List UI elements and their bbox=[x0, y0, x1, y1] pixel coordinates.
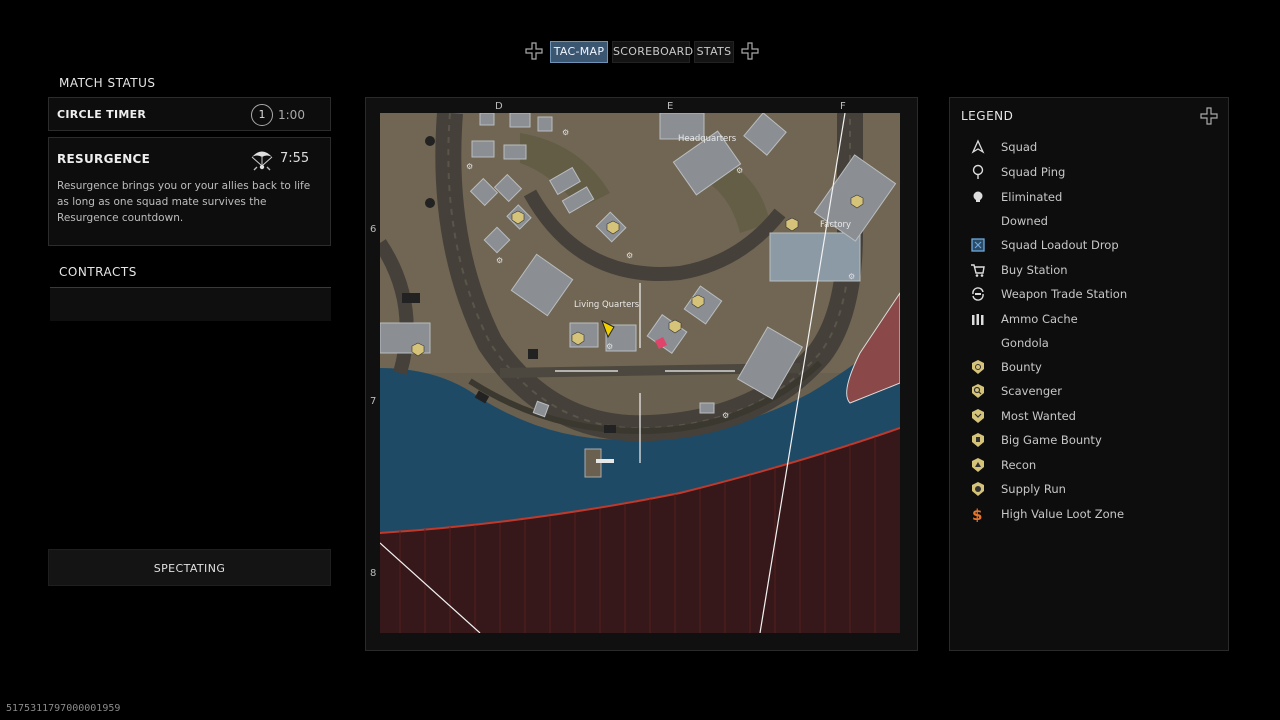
contracts-title: CONTRACTS bbox=[59, 265, 137, 279]
grid-row-label: 7 bbox=[370, 396, 377, 407]
contracts-list bbox=[50, 288, 331, 321]
legend-item-squad: Squad bbox=[970, 138, 1220, 156]
match-status-title: MATCH STATUS bbox=[59, 76, 156, 90]
legend-item-ammo-cache: Ammo Cache bbox=[970, 310, 1220, 328]
legend-item-supply-run: Supply Run bbox=[970, 480, 1220, 498]
svg-text:$: $ bbox=[972, 506, 982, 522]
dpad-icon[interactable] bbox=[1200, 107, 1218, 125]
most-wanted-icon bbox=[970, 408, 986, 424]
legend-item-eliminated: Eliminated bbox=[970, 188, 1220, 206]
svg-text:⚙: ⚙ bbox=[606, 342, 613, 351]
dpad-left-icon[interactable] bbox=[525, 42, 543, 60]
scavenger-icon bbox=[970, 383, 986, 399]
svg-text:⚙: ⚙ bbox=[722, 411, 729, 420]
legend-item-downed: Downed bbox=[1001, 214, 1048, 228]
grid-column-label: E bbox=[667, 101, 674, 112]
legend-panel: LEGEND Squad Squad Ping Eliminated Downe… bbox=[949, 97, 1229, 651]
legend-item-recon: Recon bbox=[970, 456, 1220, 474]
legend-item-squad-loadout-drop: Squad Loadout Drop bbox=[970, 236, 1220, 254]
resurgence-label: RESURGENCE bbox=[57, 152, 151, 166]
parachute-icon bbox=[249, 146, 275, 172]
map-location-headquarters: Headquarters bbox=[678, 134, 737, 144]
legend-item-big-game-bounty: Big Game Bounty bbox=[970, 431, 1220, 449]
svg-text:⚙: ⚙ bbox=[736, 166, 743, 175]
tab-stats[interactable]: STATS bbox=[694, 41, 734, 63]
legend-item-gondola: Gondola bbox=[1001, 336, 1049, 350]
supply-run-icon bbox=[970, 481, 986, 497]
high-value-loot-icon: $ bbox=[970, 506, 986, 524]
circle-timer-value: 1:00 bbox=[278, 108, 305, 122]
map-location-factory: Factory bbox=[820, 220, 851, 230]
weapon-trade-icon bbox=[970, 286, 986, 302]
ammo-icon bbox=[970, 311, 986, 327]
tab-scoreboard[interactable]: SCOREBOARD bbox=[612, 41, 693, 63]
circle-timer-panel: CIRCLE TIMER 1 1:00 bbox=[48, 97, 331, 131]
squad-arrow-icon bbox=[970, 139, 986, 155]
grid-row-label: 6 bbox=[370, 224, 377, 235]
svg-text:⚙: ⚙ bbox=[496, 256, 503, 265]
recon-icon bbox=[970, 457, 986, 473]
grid-row-label: 8 bbox=[370, 568, 377, 579]
resurgence-description: Resurgence brings you or your allies bac… bbox=[57, 180, 311, 224]
skull-icon bbox=[970, 189, 986, 205]
grid-column-label: F bbox=[840, 101, 846, 112]
bounty-icon bbox=[970, 359, 986, 375]
circle-number-badge: 1 bbox=[251, 104, 273, 126]
cart-icon bbox=[970, 262, 986, 278]
match-id: 5175311797000001959 bbox=[6, 703, 121, 714]
legend-item-squad-ping: Squad Ping bbox=[970, 163, 1220, 181]
circle-timer-label: CIRCLE TIMER bbox=[57, 108, 147, 121]
tab-tac-map[interactable]: TAC-MAP bbox=[550, 41, 608, 63]
legend-item-bounty: Bounty bbox=[970, 358, 1220, 376]
legend-item-buy-station: Buy Station bbox=[970, 261, 1220, 279]
resurgence-timer-value: 7:55 bbox=[280, 151, 310, 166]
legend-item-scavenger: Scavenger bbox=[970, 382, 1220, 400]
legend-title: LEGEND bbox=[961, 109, 1014, 123]
top-tab-bar: TAC-MAP SCOREBOARD STATS bbox=[0, 40, 1280, 64]
map-location-living-quarters: Living Quarters bbox=[574, 300, 640, 310]
resurgence-panel: RESURGENCE 7:55 Resurgence brings you or… bbox=[48, 137, 331, 246]
legend-item-most-wanted: Most Wanted bbox=[970, 407, 1220, 425]
tac-map[interactable]: ⚙ ⚙ ⚙ ⚙ ⚙ ⚙ ⚙ ⚙ Headquarters Factory Liv… bbox=[380, 113, 900, 633]
svg-text:⚙: ⚙ bbox=[466, 162, 473, 171]
svg-text:⚙: ⚙ bbox=[562, 128, 569, 137]
dpad-right-icon[interactable] bbox=[741, 42, 759, 60]
loadout-drop-icon bbox=[970, 237, 986, 253]
svg-text:⚙: ⚙ bbox=[848, 272, 855, 281]
legend-item-weapon-trade-station: Weapon Trade Station bbox=[970, 285, 1220, 303]
grid-column-label: D bbox=[495, 101, 503, 112]
ping-icon bbox=[970, 164, 986, 180]
svg-text:⚙: ⚙ bbox=[626, 251, 633, 260]
legend-item-high-value-loot-zone: $ High Value Loot Zone bbox=[970, 506, 1125, 524]
spectating-button[interactable]: SPECTATING bbox=[48, 549, 331, 586]
big-game-bounty-icon bbox=[970, 432, 986, 448]
